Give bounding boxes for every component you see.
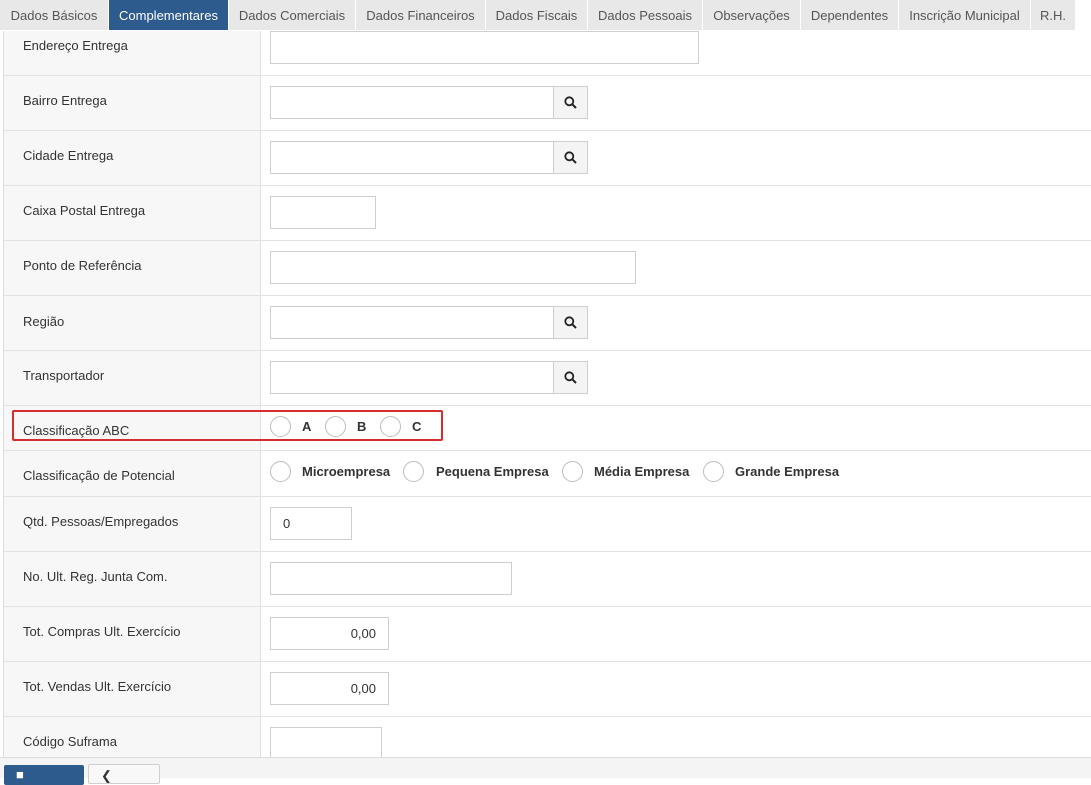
label-ponto-referencia: Ponto de Referência	[23, 258, 142, 273]
row-regiao: Região	[4, 296, 1091, 351]
form-complementares: Endereço Entrega Bairro Entrega Cidade E…	[3, 31, 1091, 757]
row-transportador: Transportador	[4, 351, 1091, 406]
ponto-referencia-input[interactable]	[270, 251, 636, 284]
transportador-input[interactable]	[270, 361, 554, 394]
tab-bar: Dados Básicos Complementares Dados Comer…	[0, 0, 1091, 31]
row-codigo-suframa: Código Suframa	[4, 717, 1091, 757]
row-tot-compras: Tot. Compras Ult. Exercício	[4, 607, 1091, 662]
chevron-left-icon: ❮	[101, 768, 112, 783]
row-tot-vendas: Tot. Vendas Ult. Exercício	[4, 662, 1091, 717]
endereco-entrega-input[interactable]	[270, 31, 699, 64]
label-bairro-entrega: Bairro Entrega	[23, 93, 107, 108]
label-regiao: Região	[23, 314, 65, 329]
qtd-pessoas-input[interactable]	[270, 507, 352, 540]
radio-microempresa-label: Microempresa	[302, 464, 391, 479]
tab-dados-fiscais[interactable]: Dados Fiscais	[486, 0, 588, 30]
cidade-search-button[interactable]	[554, 141, 588, 174]
tab-complementares[interactable]: Complementares	[109, 0, 229, 30]
radio-pequena-empresa[interactable]	[403, 461, 424, 482]
row-qtd-pessoas: Qtd. Pessoas/Empregados	[4, 497, 1091, 552]
row-endereco-entrega: Endereço Entrega	[4, 31, 1091, 76]
label-caixa-postal-entrega: Caixa Postal Entrega	[23, 203, 146, 218]
bairro-entrega-input[interactable]	[270, 86, 554, 119]
regiao-search-button[interactable]	[554, 306, 588, 339]
label-cidade-entrega: Cidade Entrega	[23, 148, 114, 163]
caixa-postal-entrega-input[interactable]	[270, 196, 376, 229]
label-tot-vendas: Tot. Vendas Ult. Exercício	[23, 679, 172, 694]
tot-compras-input[interactable]	[270, 617, 389, 650]
action-bar: ■ ❮	[0, 757, 1091, 785]
regiao-input[interactable]	[270, 306, 554, 339]
row-ponto-referencia: Ponto de Referência	[4, 241, 1091, 296]
cidade-entrega-input[interactable]	[270, 141, 554, 174]
search-icon	[564, 96, 577, 109]
row-bairro-entrega: Bairro Entrega	[4, 76, 1091, 131]
tab-dados-comerciais[interactable]: Dados Comerciais	[229, 0, 356, 30]
tab-dados-financeiros[interactable]: Dados Financeiros	[356, 0, 486, 30]
tab-dados-pessoais[interactable]: Dados Pessoais	[588, 0, 703, 30]
tab-inscricao-municipal[interactable]: Inscrição Municipal	[899, 0, 1031, 30]
row-caixa-postal-entrega: Caixa Postal Entrega	[4, 186, 1091, 241]
radio-media-empresa[interactable]	[562, 461, 583, 482]
bairro-search-button[interactable]	[554, 86, 588, 119]
label-no-ult-reg: No. Ult. Reg. Junta Com.	[23, 569, 168, 584]
search-icon	[564, 151, 577, 164]
label-tot-compras: Tot. Compras Ult. Exercício	[23, 624, 181, 639]
label-codigo-suframa: Código Suframa	[23, 734, 117, 749]
label-transportador: Transportador	[23, 368, 105, 383]
tab-dependentes[interactable]: Dependentes	[801, 0, 899, 30]
search-icon	[564, 371, 577, 384]
highlight-box	[12, 410, 443, 441]
tab-rh[interactable]: R.H.	[1031, 0, 1076, 30]
radio-grande-empresa[interactable]	[703, 461, 724, 482]
transportador-search-button[interactable]	[554, 361, 588, 394]
row-cidade-entrega: Cidade Entrega	[4, 131, 1091, 186]
row-no-ult-reg: No. Ult. Reg. Junta Com.	[4, 552, 1091, 607]
back-button[interactable]: ❮	[88, 764, 160, 784]
save-icon: ■	[16, 767, 24, 782]
radio-grande-empresa-label: Grande Empresa	[735, 464, 840, 479]
save-button[interactable]: ■	[4, 765, 84, 785]
codigo-suframa-input[interactable]	[270, 727, 382, 757]
search-icon	[564, 316, 577, 329]
tab-dados-basicos[interactable]: Dados Básicos	[0, 0, 109, 30]
tot-vendas-input[interactable]	[270, 672, 389, 705]
label-classificacao-potencial: Classificação de Potencial	[23, 468, 175, 483]
label-endereco-entrega: Endereço Entrega	[23, 38, 128, 53]
row-classificacao-potencial: Classificação de Potencial Microempresa …	[4, 451, 1091, 497]
no-ult-reg-input[interactable]	[270, 562, 512, 595]
radio-media-empresa-label: Média Empresa	[594, 464, 690, 479]
radio-microempresa[interactable]	[270, 461, 291, 482]
radio-pequena-empresa-label: Pequena Empresa	[436, 464, 549, 479]
tab-observacoes[interactable]: Observações	[703, 0, 801, 30]
label-qtd-pessoas: Qtd. Pessoas/Empregados	[23, 514, 179, 529]
